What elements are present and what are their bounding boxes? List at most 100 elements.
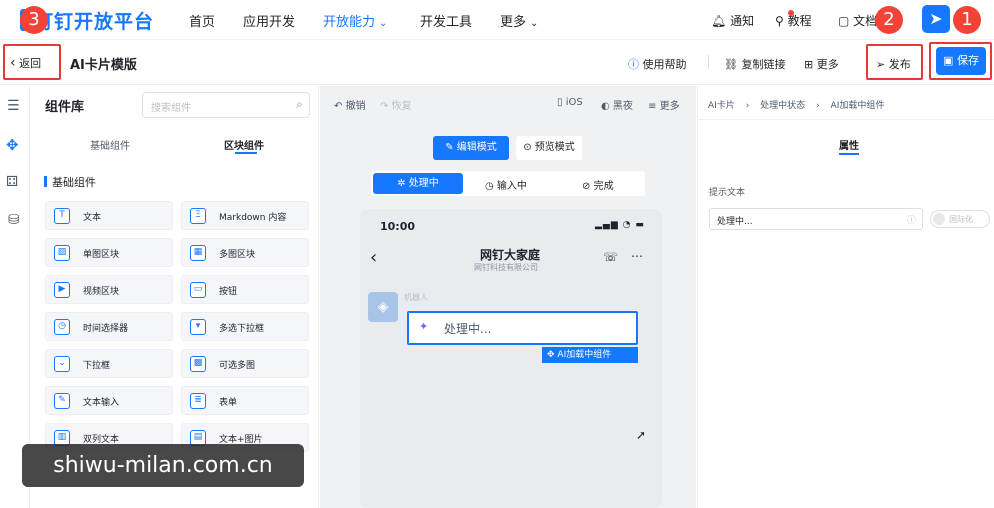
search-icon: ⌕ — [296, 97, 303, 111]
copy-link-button[interactable]: ⛓ 复制链接 — [724, 56, 785, 72]
component-label: 下拉框 — [83, 361, 111, 371]
component-tag: ✥ AI加载中组件 — [542, 347, 638, 363]
nav-item-open-capability[interactable]: 开放能力 ⌄ — [323, 11, 387, 30]
undo-label: 撤销 — [345, 101, 366, 112]
canvas-more-button[interactable]: ≡ 更多 — [648, 97, 680, 112]
clock-icon: ◷ — [54, 319, 70, 335]
annotation-badge-3: 3 — [20, 6, 48, 34]
nav-item-more[interactable]: 更多 ⌄ — [500, 11, 538, 30]
text-icon: T — [54, 208, 70, 224]
component-label: 文本 — [83, 213, 102, 223]
toolbar-more-button[interactable]: ⊞ 更多 — [804, 56, 839, 72]
outline-icon[interactable]: ☰ — [7, 98, 20, 114]
publish-button[interactable]: ➢ 发布 — [876, 56, 911, 72]
dark-mode-toggle[interactable]: ◐ 黑夜 — [601, 97, 633, 112]
video-icon: ▶ — [54, 282, 70, 298]
location-pin-icon: ⚲ — [775, 14, 784, 28]
back-label: 返回 — [19, 57, 42, 70]
nav-item-app-dev[interactable]: 应用开发 — [243, 11, 295, 30]
prompt-text-input[interactable]: 处理中... ⓘ — [709, 208, 923, 230]
breadcrumb-item[interactable]: AI卡片 — [708, 101, 735, 111]
clock-icon: ◷ — [485, 181, 494, 192]
edit-mode-button[interactable]: ✎ 编辑模式 — [433, 136, 509, 160]
mouse-cursor-icon: ➚ — [636, 428, 647, 442]
component-card[interactable]: T 文本 — [45, 201, 173, 230]
edit-icon: ✎ — [54, 393, 70, 409]
chevron-right-icon: › — [745, 101, 750, 111]
state-tab-done[interactable]: ⊘ 完成 — [582, 177, 614, 192]
tab-block-components[interactable]: 区块组件 — [224, 137, 264, 152]
annotation-badge-2: 2 — [875, 6, 903, 34]
edit-icon: ✎ — [445, 142, 454, 153]
apps-icon[interactable]: ⚃ — [6, 174, 18, 190]
puzzle-icon: ✥ — [547, 350, 555, 360]
user-avatar[interactable]: ➤ — [922, 5, 950, 33]
component-card[interactable]: ▦ 多图区块 — [181, 238, 309, 267]
section-title: 基础组件 — [52, 176, 96, 189]
call-icon[interactable]: ☏ — [603, 250, 618, 264]
toggle-knob — [933, 213, 945, 225]
breadcrumb-item[interactable]: 处理中状态 — [760, 101, 805, 111]
preview-mode-button[interactable]: ⊙ 预览模式 — [516, 136, 582, 160]
nav-item-dev-tools[interactable]: 开发工具 — [420, 11, 472, 30]
redo-icon: ↷ — [380, 101, 389, 112]
state-tab-typing[interactable]: ◷ 输入中 — [485, 177, 527, 192]
phone-icon: ▯ — [557, 97, 563, 108]
docs-link[interactable]: ▢ 文档 — [838, 12, 877, 29]
back-button[interactable]: ‹ 返回 — [10, 55, 41, 71]
breadcrumb-item[interactable]: AI加载中组件 — [831, 101, 885, 111]
clear-icon[interactable]: ⓘ — [907, 213, 916, 226]
state-tab-processing[interactable]: ✲ 处理中 — [373, 173, 463, 194]
bot-avatar: ◈ — [368, 292, 398, 322]
component-card[interactable]: ▩ 可选多图 — [181, 349, 309, 378]
link-icon: ⛓ — [724, 58, 738, 71]
ios-toggle[interactable]: ▯ iOS — [557, 97, 583, 108]
loading-text: 处理中... — [444, 322, 492, 336]
component-card[interactable]: ▭ 按钮 — [181, 275, 309, 304]
tab-basic-components[interactable]: 基础组件 — [90, 137, 130, 152]
component-card[interactable]: ▶ 视频区块 — [45, 275, 173, 304]
button-icon: ▭ — [190, 282, 206, 298]
component-card[interactable]: ≣ 表单 — [181, 386, 309, 415]
top-navigation: 钉钉开放平台 首页 应用开发 开放能力 ⌄ 开发工具 更多 ⌄ 🔔︎ 通知 ⚲ 教程… — [0, 0, 994, 40]
database-icon[interactable]: ⛁ — [8, 212, 20, 228]
undo-button[interactable]: ↶ 撤销 — [334, 97, 366, 112]
phone-time: 10:00 — [380, 220, 416, 233]
component-label: Markdown 内容 — [219, 213, 287, 223]
markdown-icon: Ξ — [190, 208, 206, 224]
redo-button[interactable]: ↷ 恢复 — [380, 97, 412, 112]
breadcrumb: AI卡片 › 处理中状态 › AI加载中组件 — [708, 98, 884, 111]
copy-link-label: 复制链接 — [741, 58, 786, 71]
undo-icon: ↶ — [334, 101, 343, 112]
spinner-icon: ✲ — [397, 178, 406, 189]
chat-back-icon[interactable]: ‹ — [370, 247, 377, 268]
component-card[interactable]: Ξ Markdown 内容 — [181, 201, 309, 230]
panel-title: 组件库 — [45, 100, 85, 115]
component-label: 表单 — [219, 398, 238, 408]
save-button[interactable]: ▣ 保存 — [936, 47, 986, 75]
unread-dot — [788, 10, 794, 16]
active-tab-indicator — [839, 153, 859, 155]
nav-item-home[interactable]: 首页 — [189, 11, 215, 30]
i18n-toggle[interactable]: 国际化 — [930, 210, 990, 228]
tab-properties[interactable]: 属性 — [839, 137, 859, 152]
app-title[interactable]: 钉钉开放平台 — [34, 7, 154, 34]
component-card[interactable]: ⌄ 下拉框 — [45, 349, 173, 378]
ai-loading-bubble[interactable]: ✦ 处理中... — [407, 311, 638, 345]
component-label: 时间选择器 — [83, 324, 129, 334]
component-search-input[interactable]: 搜索组件 ⌕ — [142, 92, 310, 118]
component-card[interactable]: ✎ 文本输入 — [45, 386, 173, 415]
help-label: 使用帮助 — [642, 58, 687, 71]
component-label: 可选多图 — [219, 361, 256, 371]
component-card[interactable]: ▨ 单图区块 — [45, 238, 173, 267]
component-card[interactable]: ▾ 多选下拉框 — [181, 312, 309, 341]
puzzle-icon[interactable]: ✥ — [6, 136, 19, 154]
help-link[interactable]: ⓘ 使用帮助 — [628, 56, 687, 72]
state-label: 输入中 — [496, 181, 527, 192]
component-label: 按钮 — [219, 287, 238, 297]
notification-link[interactable]: 🔔︎ 通知 — [711, 12, 754, 29]
images-icon: ▦ — [190, 245, 206, 261]
more-dots-icon[interactable]: ⋯ — [631, 249, 643, 263]
component-card[interactable]: ◷ 时间选择器 — [45, 312, 173, 341]
signal-wifi-battery-icon: ▂▄▆ ◔ ▬ — [595, 220, 645, 230]
